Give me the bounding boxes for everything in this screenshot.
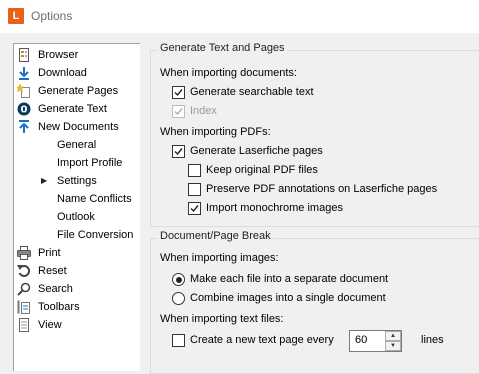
arrow-down-icon: ▼ (390, 343, 396, 349)
tree-item-file-conversion[interactable]: File Conversion (14, 226, 140, 244)
spin-down-button[interactable]: ▼ (385, 341, 401, 351)
search-icon (17, 282, 31, 296)
lines-value[interactable]: 60 (355, 334, 367, 346)
title-bar: L Options (0, 0, 479, 33)
radio-label: Combine images into a single document (190, 292, 386, 304)
tree-item-label: Generate Pages (38, 85, 119, 97)
tree-item-browser[interactable]: Browser (14, 46, 140, 64)
tree-item-label: Import Profile (57, 157, 123, 169)
checkbox-label: Generate searchable text (190, 86, 314, 98)
printer-icon (17, 246, 31, 260)
generate-searchable-text-checkbox[interactable] (172, 86, 185, 99)
importing-documents-label: When importing documents: (160, 67, 297, 79)
checkbox-label: Import monochrome images (206, 202, 343, 214)
window-title: Options (31, 9, 73, 23)
tree-item-generate-pages[interactable]: Generate Pages (14, 82, 140, 100)
tree-item-label: General (57, 139, 97, 151)
importing-pdfs-label: When importing PDFs: (160, 126, 271, 138)
tree-item-label: Generate Text (38, 103, 107, 115)
tree-item-download[interactable]: Download (14, 64, 140, 82)
tree-item-reset[interactable]: Reset (14, 262, 140, 280)
single-document-radio[interactable] (172, 292, 185, 305)
generate-text-pages-group: Generate Text and Pages When importing d… (150, 42, 479, 227)
reset-icon (17, 264, 31, 278)
index-checkbox (172, 105, 185, 118)
tree-item-search[interactable]: Search (14, 280, 140, 298)
importing-images-label: When importing images: (160, 252, 279, 264)
importing-text-label: When importing text files: (160, 313, 284, 325)
tree-item-label: Reset (38, 265, 67, 277)
tree-item-import-profile[interactable]: Import Profile (14, 154, 140, 172)
tree-item-label: Browser (38, 49, 79, 61)
toolbars-icon (17, 300, 31, 314)
keep-original-pdf-checkbox[interactable] (188, 164, 201, 177)
document-page-break-group: Document/Page Break When importing image… (150, 230, 479, 374)
tree-item-label: Toolbars (38, 301, 80, 313)
radio-label: Make each file into a separate document (190, 273, 389, 285)
options-dialog-body: Browser Download Generate Pages 0 Genera… (0, 33, 479, 374)
generate-text-icon: 0 (17, 102, 31, 116)
tree-item-label: New Documents (38, 121, 119, 133)
tree-item-label: Search (38, 283, 73, 295)
tree-item-generate-text[interactable]: 0 Generate Text (14, 100, 140, 118)
tree-item-label: Print (38, 247, 61, 259)
tree-item-toolbars[interactable]: Toolbars (14, 298, 140, 316)
tree-item-label: Name Conflicts (57, 193, 132, 205)
tree-item-label: Settings (57, 175, 97, 187)
tree-item-outlook[interactable]: Outlook (14, 208, 140, 226)
svg-text:0: 0 (21, 105, 28, 116)
tree-item-view[interactable]: View (14, 316, 140, 334)
separate-document-radio[interactable] (172, 273, 185, 286)
group-title: Document/Page Break (158, 230, 273, 242)
download-arrow-icon (17, 66, 31, 80)
group-title: Generate Text and Pages (158, 42, 287, 54)
generate-laserfiche-pages-checkbox[interactable] (172, 145, 185, 158)
tree-item-label: Outlook (57, 211, 95, 223)
lines-spinbox[interactable]: 60 ▲ ▼ (349, 330, 402, 352)
options-tree[interactable]: Browser Download Generate Pages 0 Genera… (13, 43, 140, 371)
checkbox-label: Keep original PDF files (206, 164, 318, 176)
checkbox-label: Generate Laserfiche pages (190, 145, 323, 157)
tree-item-label: File Conversion (57, 229, 134, 241)
upload-arrow-icon (17, 120, 31, 134)
tree-item-settings[interactable]: ▶ Settings (14, 172, 140, 190)
view-icon (17, 318, 31, 332)
import-monochrome-checkbox[interactable] (188, 202, 201, 215)
app-logo-icon: L (8, 8, 24, 24)
tree-item-label: View (38, 319, 62, 331)
tree-item-name-conflicts[interactable]: Name Conflicts (14, 190, 140, 208)
checkbox-label: Create a new text page every (190, 334, 334, 346)
spin-up-button[interactable]: ▲ (385, 331, 401, 341)
browser-icon (17, 48, 31, 62)
expand-arrow-icon[interactable]: ▶ (41, 172, 47, 190)
checkbox-label: Index (190, 105, 217, 117)
tree-item-print[interactable]: Print (14, 244, 140, 262)
tree-item-label: Download (38, 67, 87, 79)
create-text-page-checkbox[interactable] (172, 334, 185, 347)
preserve-annotations-checkbox[interactable] (188, 183, 201, 196)
tree-item-new-documents[interactable]: New Documents (14, 118, 140, 136)
checkbox-label: Preserve PDF annotations on Laserfiche p… (206, 183, 438, 195)
lines-label: lines (421, 334, 444, 346)
tree-item-general[interactable]: General (14, 136, 140, 154)
generate-pages-icon (15, 83, 31, 98)
arrow-up-icon: ▲ (390, 333, 396, 339)
